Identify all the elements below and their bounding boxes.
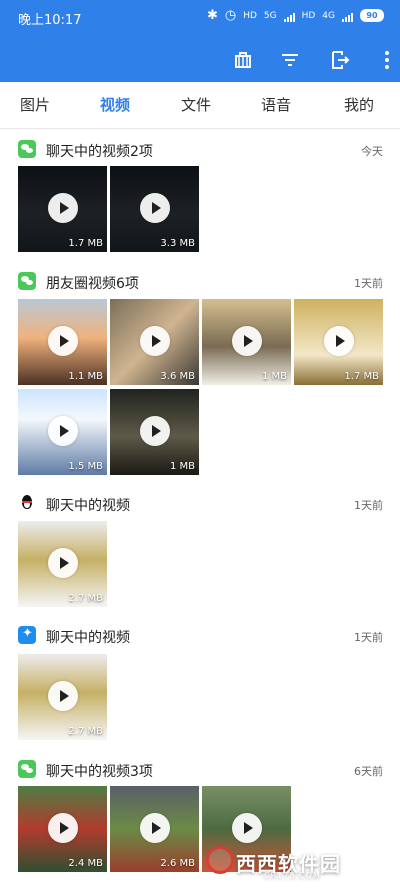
section-title-5: 聊天中的视频3项 xyxy=(46,764,153,780)
status-time: 晚上10:17 xyxy=(18,13,82,28)
more-icon[interactable] xyxy=(374,47,400,73)
section-title-3: 聊天中的视频 xyxy=(46,498,130,514)
watermark-subtext: CR173.COM xyxy=(264,871,321,880)
signal-icon-1 xyxy=(283,10,295,22)
cleanup-icon[interactable] xyxy=(230,47,256,73)
video-thumbnail[interactable]: 1.5 MB xyxy=(18,389,107,475)
video-thumbnail[interactable]: 1.7 MB xyxy=(18,166,107,252)
tab-mine[interactable]: 我的 xyxy=(324,94,394,115)
filter-icon[interactable] xyxy=(277,47,303,73)
video-thumbnail[interactable]: 2.7 MB xyxy=(18,521,107,607)
section-date-1: 今天 xyxy=(361,145,383,158)
play-icon xyxy=(140,326,170,356)
wechat-icon xyxy=(18,272,36,290)
signal-icon-2 xyxy=(342,10,353,22)
wechat-icon xyxy=(18,760,36,778)
tab-files[interactable]: 文件 xyxy=(161,94,231,115)
network-label-4g: 4G xyxy=(322,10,335,21)
play-icon xyxy=(48,548,78,578)
play-icon xyxy=(48,416,78,446)
video-size: 2.6 MB xyxy=(160,858,195,869)
video-thumbnail[interactable]: 2.4 MB xyxy=(18,786,107,872)
video-size: 1.7 MB xyxy=(68,238,103,249)
qq-scarf xyxy=(22,501,32,503)
play-icon xyxy=(48,193,78,223)
section-date-2: 1天前 xyxy=(354,277,383,290)
section-date-5: 6天前 xyxy=(354,765,383,778)
qq-icon xyxy=(18,494,36,512)
hd-label-1: HD xyxy=(243,10,257,21)
wechat-icon xyxy=(18,140,36,158)
video-thumbnail[interactable]: 1.1 MB xyxy=(18,299,107,385)
export-icon[interactable] xyxy=(326,47,352,73)
play-icon xyxy=(48,681,78,711)
play-icon xyxy=(48,813,78,843)
video-size: 3.6 MB xyxy=(160,371,195,382)
tab-videos[interactable]: 视频 xyxy=(80,94,150,115)
watermark-logo-icon xyxy=(206,846,234,874)
hd-label-2: HD xyxy=(301,10,316,21)
video-size: 2.4 MB xyxy=(68,858,103,869)
app-root: 晚上10:17 ✱ ◷ HD 5G HD 4G 90 图片 视频 文件 语音 我… xyxy=(0,0,400,888)
section-date-4: 1天前 xyxy=(354,631,383,644)
tab-voice[interactable]: 语音 xyxy=(241,94,311,115)
tab-images[interactable]: 图片 xyxy=(0,94,70,115)
status-icons: ✱ ◷ HD 5G HD 4G 90 xyxy=(207,8,384,23)
category-tabs: 图片 视频 文件 语音 我的 xyxy=(0,82,400,129)
video-thumbnail[interactable]: 2.6 MB xyxy=(110,786,199,872)
battery-indicator: 90 xyxy=(360,9,384,22)
video-thumbnail[interactable]: 1 MB xyxy=(202,299,291,385)
video-thumbnail[interactable]: 1 MB xyxy=(110,389,199,475)
network-label-5g: 5G xyxy=(263,10,277,21)
top-bar: 晚上10:17 ✱ ◷ HD 5G HD 4G 90 xyxy=(0,0,400,82)
section-title-2: 朋友圈视频6项 xyxy=(46,276,139,292)
video-size: 1.1 MB xyxy=(68,371,103,382)
video-size: 1 MB xyxy=(261,371,287,382)
video-thumbnail[interactable]: 3.3 MB xyxy=(110,166,199,252)
section-date-3: 1天前 xyxy=(354,499,383,512)
video-thumbnail[interactable]: 3.6 MB xyxy=(110,299,199,385)
bluetooth-icon: ✱ xyxy=(206,8,218,23)
video-thumbnail[interactable]: 2.7 MB xyxy=(18,654,107,740)
video-thumbnail[interactable]: 1.7 MB xyxy=(294,299,383,385)
video-size: 1 MB xyxy=(169,461,195,472)
video-size: 1.5 MB xyxy=(68,461,103,472)
play-icon xyxy=(232,813,262,843)
section-title-1: 聊天中的视频2项 xyxy=(46,144,153,160)
play-icon xyxy=(140,416,170,446)
bluestar-icon xyxy=(18,626,36,644)
play-icon xyxy=(140,813,170,843)
play-icon xyxy=(232,326,262,356)
status-bar: 晚上10:17 ✱ ◷ HD 5G HD 4G 90 xyxy=(0,0,400,34)
video-size: 3.3 MB xyxy=(160,238,195,249)
play-icon xyxy=(324,326,354,356)
alarm-icon: ◷ xyxy=(224,8,237,23)
toolbar-actions xyxy=(160,43,400,77)
watermark: 西西软件园 CR173.COM xyxy=(206,846,382,880)
video-size: 2.7 MB xyxy=(68,726,103,737)
video-size: 1.7 MB xyxy=(344,371,379,382)
play-icon xyxy=(48,326,78,356)
play-icon xyxy=(140,193,170,223)
video-size: 2.7 MB xyxy=(68,593,103,604)
section-title-4: 聊天中的视频 xyxy=(46,630,130,646)
